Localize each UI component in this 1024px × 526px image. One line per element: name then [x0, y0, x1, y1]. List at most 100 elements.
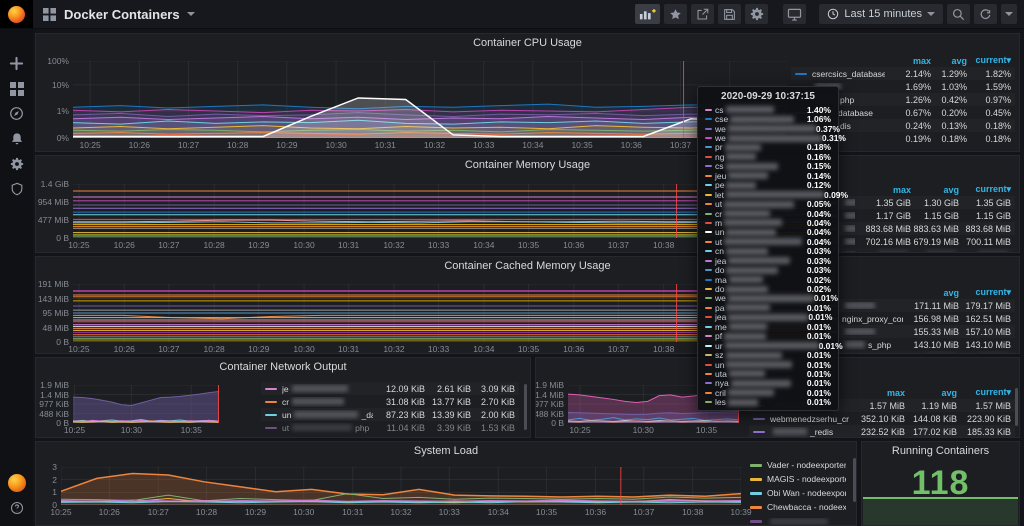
x-tick-label: 10:35 — [174, 426, 208, 435]
network-output-graph[interactable]: 1.9 MiB1.4 MiB977 KiB488 KiB0 B10:2510:3… — [73, 385, 219, 423]
legend-row[interactable]: 155.33 MiB157.10 MiB — [821, 325, 1015, 338]
legend-sort-header[interactable]: avg — [903, 288, 959, 298]
legend-sort-header[interactable]: avg — [931, 56, 967, 66]
legend-row[interactable]: _redis232.52 KiB177.02 KiB185.33 KiB — [749, 425, 1015, 438]
legend-value: 0.67% — [885, 108, 931, 118]
tv-mode-button[interactable] — [783, 4, 806, 24]
netout-chart-canvas[interactable] — [73, 385, 219, 423]
legend-row[interactable] — [821, 351, 1015, 354]
explore-icon[interactable] — [0, 101, 33, 126]
grafana-logo[interactable] — [0, 0, 33, 28]
refresh-button[interactable] — [974, 4, 997, 24]
legend-row[interactable]: utphp11.04 KiB3.39 KiB1.53 KiB — [261, 421, 519, 434]
tooltip-series-row: les0.01% — [698, 398, 838, 407]
legend-row[interactable]: je12.09 KiB2.61 KiB3.09 KiB — [261, 382, 519, 395]
x-tick-label: 10:26 — [122, 141, 156, 150]
legend-scrollbar[interactable] — [1015, 388, 1018, 426]
time-range-picker[interactable]: Last 15 minutes — [819, 4, 943, 24]
x-tick-label: 10:30 — [626, 426, 660, 435]
legend-row[interactable]: 702.16 MiB679.19 MiB700.11 MiB — [821, 235, 1015, 248]
tooltip-series-row: sz0.01% — [698, 350, 838, 359]
legend-row[interactable]: 1.17 GiB1.15 GiB1.15 GiB — [821, 209, 1015, 222]
legend-value: 700.11 MiB — [959, 237, 1011, 247]
redacted-value — [926, 251, 956, 253]
x-tick-label: 10:38 — [676, 508, 710, 517]
legend-sort-header[interactable]: max — [849, 388, 905, 398]
panel-title[interactable]: Container Cached Memory Usage — [36, 260, 1019, 272]
panel-title[interactable]: Container CPU Usage — [36, 37, 1019, 49]
tooltip-series-row: we0.37% — [698, 124, 838, 133]
save-button[interactable] — [718, 4, 741, 24]
dashboard-title[interactable]: Docker Containers — [64, 7, 180, 22]
legend-row[interactable]: csercsics_database2.14%1.29%1.82% — [791, 67, 1015, 80]
dashboard-settings-button[interactable] — [745, 4, 768, 24]
legend-value: 156.98 MiB — [903, 314, 959, 324]
redacted-name — [729, 323, 767, 330]
help-icon[interactable] — [0, 495, 33, 520]
legend-item[interactable]: Obi Wan - nodeexporter — [746, 486, 850, 500]
share-button[interactable] — [691, 4, 714, 24]
legend-row[interactable]: cr31.08 KiB13.77 KiB2.70 KiB — [261, 395, 519, 408]
panel-title[interactable]: Container Memory Usage — [36, 159, 1019, 171]
create-icon[interactable] — [0, 51, 33, 76]
legend-row[interactable] — [821, 248, 1015, 253]
server-admin-shield-icon[interactable] — [0, 176, 33, 201]
legend-header-row: avgcurrent▾ — [821, 286, 1015, 299]
legend-sort-header[interactable]: current▾ — [959, 184, 1011, 195]
legend-item[interactable]: Chewbacca - nodeexporter — [746, 500, 850, 514]
legend-sort-header[interactable]: max — [855, 185, 911, 195]
legend-row[interactable]: un_database87.23 KiB13.39 KiB2.00 KiB — [261, 408, 519, 421]
user-avatar[interactable] — [0, 470, 33, 495]
x-tick-label: 10:32 — [377, 241, 411, 250]
cpu-graph[interactable]: 100%10%1%0%10:2510:2610:2710:2810:2910:3… — [73, 61, 786, 138]
legend-sort-header[interactable]: avg — [905, 388, 957, 398]
network-output-legend: je12.09 KiB2.61 KiB3.09 KiBcr31.08 KiB13… — [261, 382, 519, 434]
dashboard-title-caret-icon[interactable] — [187, 12, 195, 16]
system-load-graph[interactable]: 321010:2510:2610:2710:2810:2910:3010:311… — [61, 467, 741, 505]
redacted-name — [730, 116, 794, 123]
legend-item[interactable] — [746, 514, 850, 526]
configuration-gear-icon[interactable] — [0, 151, 33, 176]
refresh-interval-dropdown[interactable] — [1001, 4, 1017, 24]
tooltip-series-row: ut0.05% — [698, 199, 838, 208]
legend-value: 679.19 MiB — [911, 237, 959, 247]
legend-row[interactable]: 171.11 MiB179.17 MiB — [821, 299, 1015, 312]
add-panel-button[interactable] — [635, 4, 660, 24]
legend-sort-header[interactable]: current▾ — [959, 287, 1011, 298]
legend-row[interactable]: webmenedzserhu_craft_php352.10 KiB144.08… — [749, 412, 1015, 425]
legend-value: 31.08 KiB — [373, 397, 425, 407]
series-color-dash — [705, 260, 712, 262]
legend-scrollbar[interactable] — [853, 458, 856, 502]
legend-row[interactable]: nginx_proxy_companion156.98 MiB162.51 Mi… — [821, 312, 1015, 325]
panel-title[interactable]: System Load — [36, 445, 856, 457]
panel-title[interactable]: Running Containers — [862, 445, 1019, 457]
x-tick-label: 10:30 — [287, 345, 321, 354]
alerting-bell-icon[interactable] — [0, 126, 33, 151]
cached-memory-legend: avgcurrent▾171.11 MiB179.17 MiBnginx_pro… — [821, 286, 1015, 354]
legend-value: 0.20% — [931, 108, 967, 118]
series-color-dash — [705, 279, 712, 281]
y-tick-label: 1.4 GiB — [35, 180, 69, 189]
series-color-dash — [750, 478, 762, 481]
sysload-chart-canvas[interactable] — [61, 467, 741, 505]
cpu-chart-canvas[interactable] — [73, 61, 786, 138]
panel-title[interactable]: Container Network Output — [36, 361, 530, 373]
star-button[interactable] — [664, 4, 687, 24]
tooltip-series-row: pr0.18% — [698, 143, 838, 152]
dashboards-icon[interactable] — [0, 76, 33, 101]
legend-scrollbar[interactable] — [524, 384, 527, 430]
x-tick-label: 10:36 — [557, 241, 591, 250]
series-name: Obi Wan - nodeexporter — [767, 488, 846, 498]
legend-sort-header[interactable]: current▾ — [957, 387, 1011, 398]
legend-sort-header[interactable]: current▾ — [967, 55, 1011, 66]
legend-item[interactable]: MAGIS - nodeexporter — [746, 472, 850, 486]
legend-row[interactable]: 883.68 MiB883.63 MiB883.68 MiB — [821, 222, 1015, 235]
legend-sort-header[interactable]: max — [885, 56, 931, 66]
series-name: MAGIS - nodeexporter — [767, 474, 846, 484]
zoom-out-button[interactable] — [947, 4, 970, 24]
legend-item[interactable]: Vader - nodeexporter — [746, 458, 850, 472]
series-color-dash — [705, 222, 712, 224]
legend-sort-header[interactable]: avg — [911, 185, 959, 195]
legend-row[interactable]: s_php143.10 MiB143.10 MiB — [821, 338, 1015, 351]
legend-row[interactable]: 1.35 GiB1.30 GiB1.35 GiB — [821, 196, 1015, 209]
